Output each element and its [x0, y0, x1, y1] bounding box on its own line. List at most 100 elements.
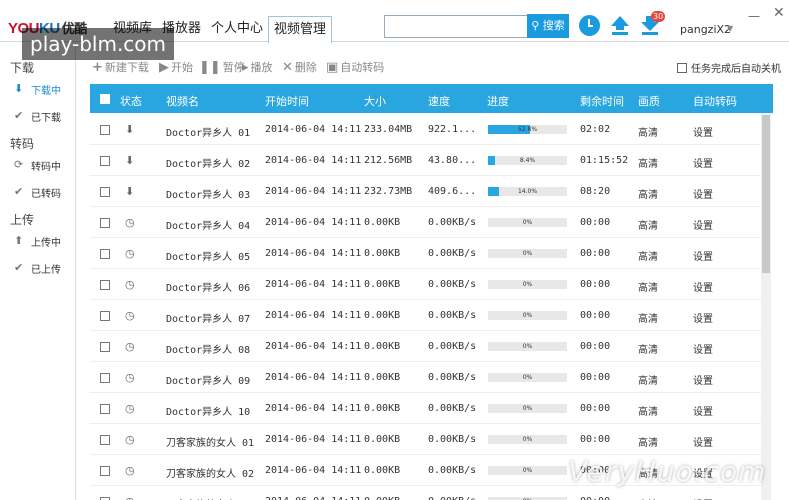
auto-shutdown-checkbox[interactable] [677, 63, 687, 73]
row-checkbox[interactable] [100, 373, 110, 383]
row-checkbox[interactable] [100, 156, 110, 166]
pause-button[interactable]: ❚❚ 暂停 [199, 59, 245, 75]
new-download-label: 新建下载 [104, 61, 149, 74]
col-quality[interactable]: 画质 [638, 93, 660, 109]
settings-link[interactable]: 设置 [693, 248, 713, 263]
settings-link[interactable]: 设置 [693, 341, 713, 356]
sidebar-item-downloading[interactable]: ⬇ 下载中 [0, 76, 76, 102]
table-row[interactable]: ◷ Doctor异乡人 09 2014-06-04 14:11 0.00KB 0.00K… [90, 362, 763, 393]
table-row[interactable]: ◷ 刀客家族的女人 03 2014-06-04 14:110.00KB 0.00KB/… [90, 486, 763, 500]
col-speed[interactable]: 速度 [428, 93, 450, 109]
select-all-checkbox[interactable] [100, 94, 110, 104]
film-icon: ▣ [326, 60, 339, 75]
settings-link[interactable]: 设置 [693, 155, 713, 170]
progress-text: 14.0% [517, 188, 538, 195]
new-download-button[interactable]: + 新建下载 [92, 59, 149, 75]
close-button[interactable]: ✕ [773, 5, 785, 21]
upload-arrow-icon: ⬆ [14, 234, 24, 247]
search-button[interactable]: ⚲ 搜索 [527, 14, 569, 38]
username[interactable]: pangziX2 [680, 23, 731, 36]
start-time-cell: 2014-06-04 14:11 [265, 372, 362, 383]
downloading-status-icon: ⬇ [125, 185, 135, 198]
downloading-status-icon: ⬇ [125, 123, 135, 136]
col-status[interactable]: 状态 [120, 93, 142, 109]
table-header: 状态 视频名 开始时间 大小 速度 进度 剩余时间 画质 自动转码 [90, 84, 773, 113]
col-start-time[interactable]: 开始时间 [265, 93, 309, 109]
start-time-cell: 2014-06-04 14:11 [265, 310, 362, 321]
minimize-button[interactable]: — [748, 9, 760, 23]
row-checkbox[interactable] [100, 218, 110, 228]
play-button[interactable]: ▸ 播放 [242, 59, 273, 75]
auto-transcode-button[interactable]: ▣ 自动转码 [326, 59, 384, 75]
sidebar-item-label: 上传中 [31, 238, 61, 249]
start-button[interactable]: ▶ 开始 [159, 59, 193, 75]
size-cell: 233.04MB [364, 124, 413, 135]
sidebar-item-uploading[interactable]: ⬆ 上传中 [0, 228, 76, 254]
table-row[interactable]: ⬇ Doctor异乡人 03 2014-06-04 14:11 232.73MB 409… [90, 176, 763, 207]
clock-icon[interactable] [579, 15, 600, 36]
settings-link[interactable]: 设置 [693, 403, 713, 418]
row-checkbox[interactable] [100, 249, 110, 259]
settings-link[interactable]: 设置 [693, 372, 713, 387]
remaining-time-cell: 00:00 [580, 341, 611, 352]
col-size[interactable]: 大小 [364, 93, 386, 109]
scrollbar-thumb[interactable] [762, 115, 770, 273]
progress-bar: 8.4% [488, 156, 567, 165]
sidebar-item-uploaded[interactable]: ✔ 已上传 [0, 255, 76, 281]
upload-icon[interactable] [610, 14, 630, 36]
table-row[interactable]: ⬇ Doctor异乡人 01 2014-06-04 14:11 233.04MB 922… [90, 114, 763, 145]
size-cell: 0.00KB [364, 372, 401, 383]
row-checkbox[interactable] [100, 280, 110, 290]
remaining-time-cell: 00:00 [580, 403, 611, 414]
settings-link[interactable]: 设置 [693, 434, 713, 449]
row-checkbox[interactable] [100, 404, 110, 414]
row-checkbox[interactable] [100, 466, 110, 476]
row-checkbox[interactable] [100, 435, 110, 445]
user-menu-caret-icon[interactable]: ▼ [727, 24, 733, 33]
table-row[interactable]: ⬇ Doctor异乡人 02 2014-06-04 14:11 212.56MB 43.… [90, 145, 763, 176]
settings-link[interactable]: 设置 [693, 124, 713, 139]
sidebar-item-transcoded[interactable]: ✔ 已转码 [0, 179, 76, 205]
row-checkbox[interactable] [100, 342, 110, 352]
settings-link[interactable]: 设置 [693, 186, 713, 201]
col-name[interactable]: 视频名 [166, 93, 199, 109]
tab-video-manager[interactable]: 视频管理 [268, 16, 333, 43]
row-checkbox[interactable] [100, 187, 110, 197]
watermark-bottom-right: VeryHuo.com [568, 455, 767, 488]
table-row[interactable]: ◷ 刀客家族的女人 01 2014-06-04 14:11 0.00KB 0.00KB/… [90, 424, 763, 455]
table-row[interactable]: ◷ Doctor异乡人 10 2014-06-04 14:11 0.00KB 0.00K… [90, 393, 763, 424]
settings-link[interactable]: 设置 [693, 217, 713, 232]
table-row[interactable]: ◷ Doctor异乡人 06 2014-06-04 14:11 0.00KB 0.00K… [90, 269, 763, 300]
quality-cell: 高清 [638, 221, 658, 232]
sidebar-item-downloaded[interactable]: ✔ 已下载 [0, 103, 76, 129]
progress-text: 0% [522, 343, 533, 350]
speed-cell: 0.00KB/s [428, 310, 477, 321]
quality-cell: 高清 [638, 314, 658, 325]
settings-link[interactable]: 设置 [693, 310, 713, 325]
tab-personal-center[interactable]: 个人中心 [206, 16, 268, 42]
start-time-cell: 2014-06-04 14:11 [265, 248, 362, 259]
col-auto-transcode[interactable]: 自动转码 [693, 93, 737, 109]
settings-link[interactable]: 设置 [693, 496, 713, 500]
search-input[interactable] [384, 15, 528, 38]
size-cell: 0.00KB [364, 496, 400, 500]
col-progress[interactable]: 进度 [487, 93, 509, 109]
row-checkbox[interactable] [100, 125, 110, 135]
video-name-cell: Doctor异乡人 07 [166, 314, 251, 325]
remaining-time-cell: 00:00 [580, 372, 611, 383]
settings-link[interactable]: 设置 [693, 279, 713, 294]
auto-shutdown-option[interactable]: 任务完成后自动关机 [677, 60, 781, 75]
delete-button[interactable]: ✕ 删除 [282, 59, 317, 75]
waiting-clock-icon: ◷ [125, 247, 135, 260]
progress-bar: 0% [488, 373, 567, 382]
table-scrollbar[interactable] [761, 113, 771, 500]
table-row[interactable]: ◷ Doctor异乡人 05 2014-06-04 14:11 0.00KB 0.00K… [90, 238, 763, 269]
row-checkbox[interactable] [100, 311, 110, 321]
sidebar-item-transcoding[interactable]: ⟳ 转码中 [0, 152, 76, 178]
video-name-cell: Doctor异乡人 06 [166, 283, 251, 294]
col-remaining[interactable]: 剩余时间 [580, 93, 624, 109]
table-row[interactable]: ◷ Doctor异乡人 07 2014-06-04 14:11 0.00KB 0.00K… [90, 300, 763, 331]
table-row[interactable]: ◷ Doctor异乡人 08 2014-06-04 14:11 0.00KB 0.00K… [90, 331, 763, 362]
table-row[interactable]: ◷ Doctor异乡人 04 2014-06-04 14:11 0.00KB 0.00K… [90, 207, 763, 238]
speed-cell: 0.00KB/s [428, 248, 477, 259]
